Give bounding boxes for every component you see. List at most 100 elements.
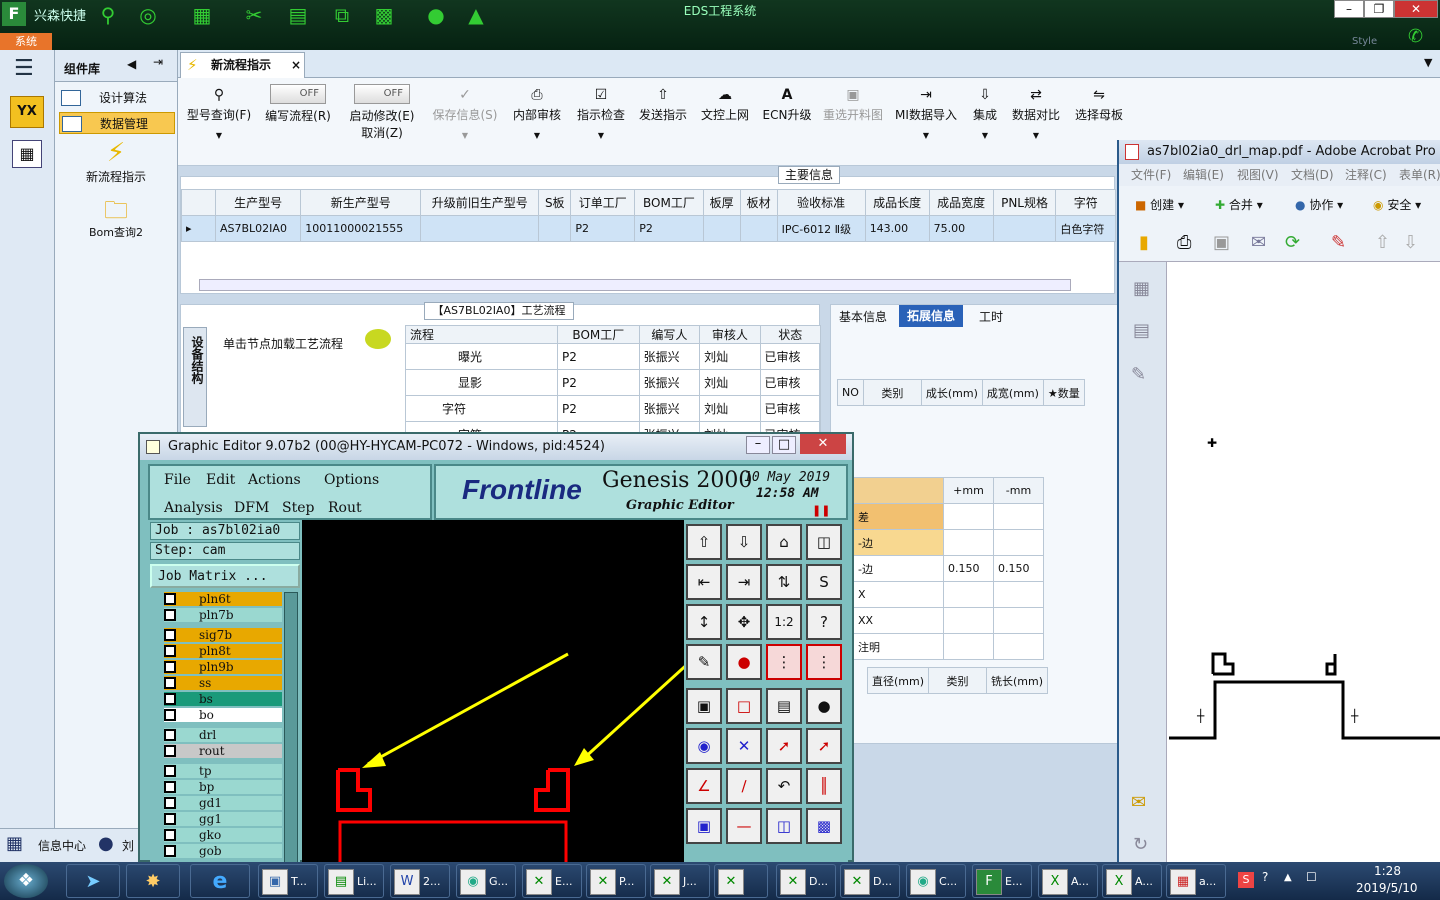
tool-snap-icon[interactable]: S [806, 564, 842, 600]
check-instruction-button[interactable]: ☑ 指示检查 ▼ [572, 84, 630, 154]
tool-slash-icon[interactable]: ∕ [726, 768, 762, 804]
layer-row[interactable]: bp [164, 780, 282, 794]
tool-line2-icon[interactable]: ➚ [806, 728, 842, 764]
sidebar-item-data-management[interactable]: 数据管理 [59, 112, 175, 134]
cell[interactable]: IPC-6012 Ⅱ级 [776, 215, 866, 242]
layer-checkbox[interactable] [164, 781, 176, 793]
close-button[interactable]: ✕ [1394, 0, 1438, 18]
layer-checkbox[interactable] [164, 765, 176, 777]
layer-row[interactable]: pln8t [164, 644, 282, 658]
clock-date[interactable]: 2019/5/10 [1356, 881, 1418, 895]
menu-step[interactable]: Step [282, 500, 314, 516]
tool-line-icon[interactable]: ➚ [766, 728, 802, 764]
tool-mirror-icon[interactable]: ◫ [766, 808, 802, 844]
table-row[interactable]: XX [853, 607, 1044, 634]
layer-checkbox[interactable] [164, 677, 176, 689]
menu-edit[interactable]: 编辑(E) [1183, 164, 1224, 186]
column-header[interactable]: 审核人 [699, 325, 761, 344]
edit-icon[interactable]: ✎ [1331, 232, 1346, 253]
layer-row[interactable]: pln6t [164, 592, 282, 606]
yx-logo[interactable]: YX [10, 96, 44, 128]
layer-checkbox[interactable] [164, 829, 176, 841]
layer-row[interactable]: gko [164, 828, 282, 842]
column-header[interactable]: PNL规格 [992, 189, 1057, 216]
email-icon[interactable]: ✉ [1251, 232, 1266, 253]
column-header[interactable]: 成宽(mm) [981, 379, 1044, 406]
create-button[interactable]: ■ 创建 ▾ [1135, 196, 1184, 213]
layer-checkbox[interactable] [164, 813, 176, 825]
tool-zoom-home-icon[interactable]: ⇧ [686, 524, 722, 560]
layer-row[interactable]: gob [164, 844, 282, 858]
table-row[interactable]: 字符P2张振兴刘灿已审核 [405, 395, 822, 422]
layer-row[interactable]: rout [164, 744, 282, 758]
bom-query-action[interactable]: 🗀 Bom查询2 [55, 196, 177, 240]
cell[interactable]: 显影 [405, 369, 558, 396]
layer-checkbox[interactable] [164, 693, 176, 705]
column-header[interactable]: 类别 [862, 379, 922, 406]
layer-checkbox[interactable] [164, 729, 176, 741]
ecn-upgrade-button[interactable]: A ECN升级 [758, 84, 816, 154]
tool-net2-icon[interactable]: ⋮ [806, 644, 842, 680]
cell[interactable] [943, 581, 994, 608]
column-header[interactable]: BOM工厂 [557, 325, 640, 344]
cell[interactable]: 0.150 [993, 555, 1044, 582]
tool-fit-vertical-icon[interactable]: ↕ [686, 604, 722, 640]
collaborate-button[interactable]: ● 协作 ▾ [1295, 196, 1343, 213]
close-button[interactable]: ✕ [800, 434, 846, 454]
taskbar-app[interactable]: X A... [1102, 864, 1162, 898]
column-header[interactable]: 新生产型号 [300, 189, 422, 216]
cell[interactable] [993, 633, 1044, 660]
layer-checkbox[interactable] [164, 661, 176, 673]
menu-view[interactable]: 视图(V) [1237, 164, 1279, 186]
doc-online-button[interactable]: ☁ 文控上网 [696, 84, 754, 154]
cell[interactable]: 曝光 [405, 343, 558, 370]
pin-icon[interactable]: ⇥ [153, 55, 163, 69]
taskbar-app[interactable]: W 2... [390, 864, 450, 898]
column-header[interactable]: -mm [993, 477, 1044, 504]
layer-checkbox[interactable] [164, 845, 176, 857]
cell[interactable]: 白色字符 [1055, 215, 1116, 242]
layer-row[interactable]: bs [164, 692, 282, 706]
column-header[interactable]: 直径(mm) [866, 667, 930, 694]
column-header[interactable]: 字符 [1055, 189, 1116, 216]
tool-arc-icon[interactable]: ↶ [766, 768, 802, 804]
menu-forms[interactable]: 表单(R) [1399, 164, 1440, 186]
cell[interactable] [943, 607, 994, 634]
model-query-button[interactable]: ⚲ 型号查询(F) ▼ [184, 84, 254, 154]
ie-icon[interactable]: e [190, 864, 250, 898]
tray-s-icon[interactable]: S [1238, 872, 1254, 888]
column-header[interactable]: 状态 [759, 325, 822, 344]
cell[interactable] [993, 529, 1044, 556]
tray-help-icon[interactable]: ? [1262, 870, 1268, 884]
cell[interactable] [739, 215, 778, 242]
column-header[interactable]: ★数量 [1042, 379, 1085, 406]
column-header[interactable]: S板 [538, 189, 572, 216]
pinned-app-icon[interactable]: ➤ [66, 864, 120, 898]
tool-pan-right-icon[interactable]: ⇥ [726, 564, 762, 600]
cell[interactable] [538, 215, 572, 242]
column-header[interactable]: +mm [943, 477, 994, 504]
menu-document[interactable]: 文档(D) [1291, 164, 1334, 186]
column-header[interactable]: 类别 [928, 667, 988, 694]
layer-checkbox[interactable] [164, 629, 176, 641]
column-header[interactable]: 生产型号 [214, 189, 302, 216]
layer-row[interactable]: ss [164, 676, 282, 690]
taskbar-app[interactable]: ✕ E... [522, 864, 582, 898]
taskbar-app[interactable]: ✕ D... [840, 864, 900, 898]
tool-ruler-icon[interactable]: ▤ [766, 688, 802, 724]
taskbar-app[interactable]: F E... [972, 864, 1032, 898]
tool-measure-icon[interactable]: ✎ [686, 644, 722, 680]
layer-row[interactable]: tp [164, 764, 282, 778]
toggle-switch[interactable]: OFF [270, 84, 326, 104]
menu-icon[interactable]: ☰ [14, 56, 34, 81]
save-info-button[interactable]: ✓ 保存信息(S) ▼ [428, 84, 502, 154]
tool-minus-icon[interactable]: — [726, 808, 762, 844]
column-header[interactable]: NO [837, 379, 864, 406]
cancel-label[interactable]: 取消(Z) [342, 124, 422, 141]
cell[interactable] [943, 633, 994, 660]
mi-import-button[interactable]: ⇥ MI数据导入 ▼ [892, 84, 960, 154]
minimize-button[interactable]: – [1334, 0, 1364, 18]
taskbar-app[interactable]: ✕ P... [586, 864, 646, 898]
column-header[interactable]: 成品宽度 [928, 189, 994, 216]
open-folder-icon[interactable]: ▮ [1139, 232, 1149, 253]
